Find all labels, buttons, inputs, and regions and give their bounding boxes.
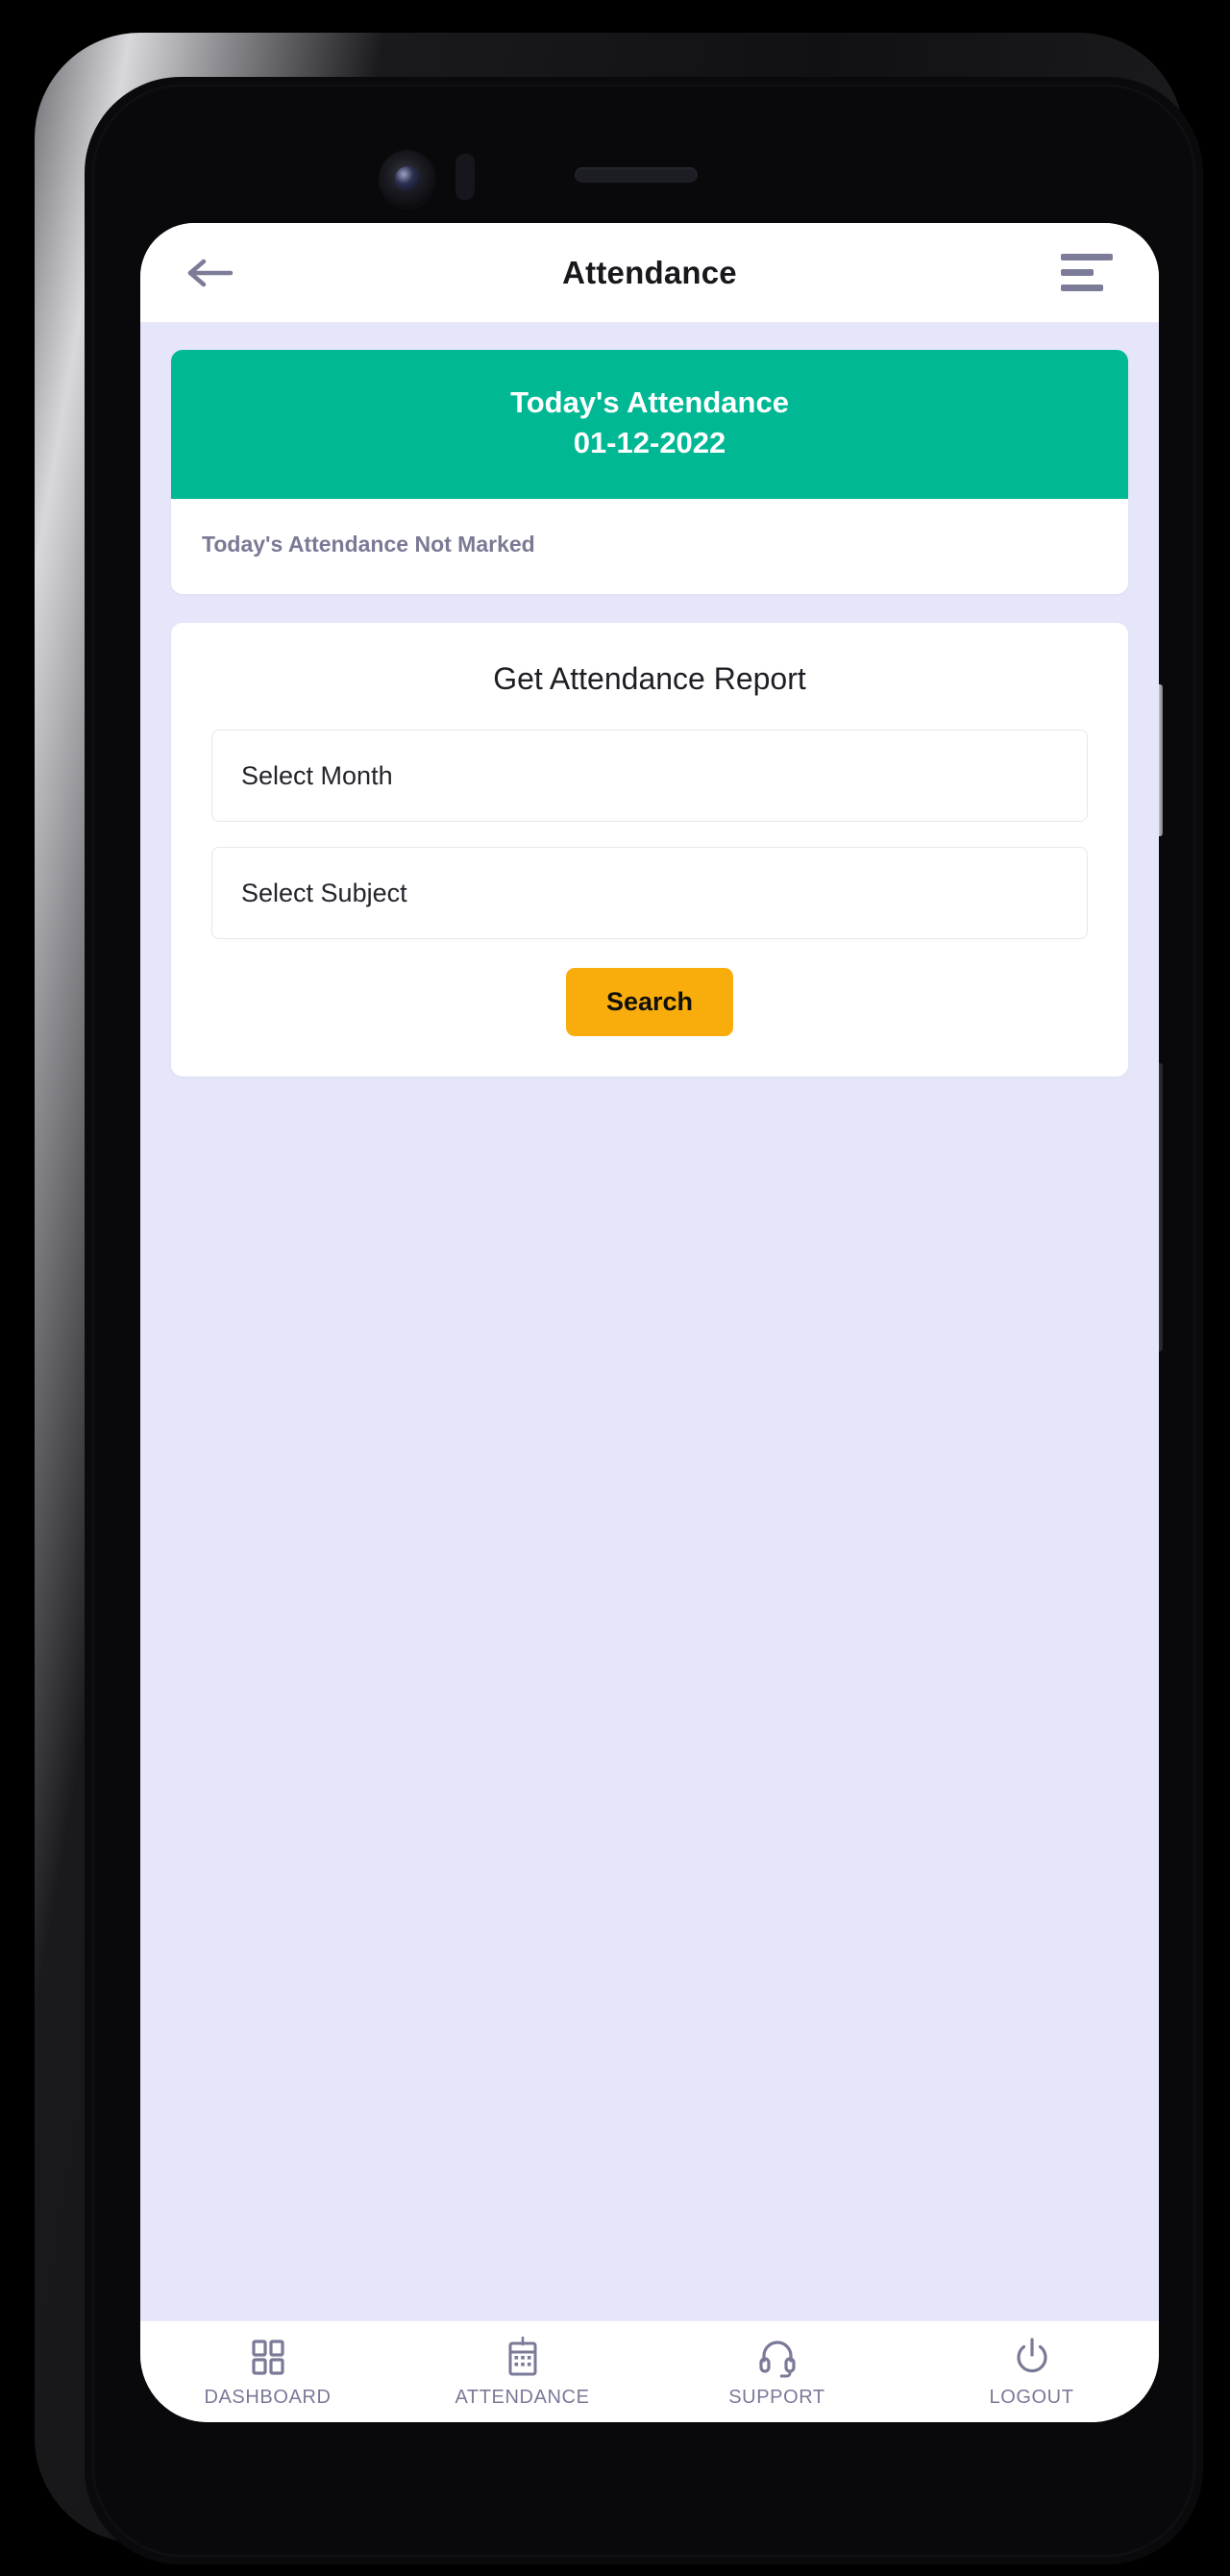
app-bar: Attendance — [140, 223, 1159, 323]
nav-item-logout[interactable]: LOGOUT — [904, 2336, 1159, 2409]
todays-attendance-header: Today's Attendance 01-12-2022 — [171, 350, 1128, 500]
select-month-dropdown[interactable]: Select Month — [211, 730, 1088, 823]
nav-label-logout: LOGOUT — [989, 2386, 1074, 2408]
hamburger-menu-icon[interactable] — [1061, 254, 1113, 292]
attendance-report-card: Get Attendance Report Select Month Selec… — [171, 623, 1128, 1077]
todays-attendance-date: 01-12-2022 — [573, 425, 726, 459]
search-button[interactable]: Search — [565, 968, 734, 1037]
menu-line-2 — [1061, 269, 1094, 276]
power-icon — [1016, 2337, 1047, 2372]
page-title: Attendance — [562, 254, 737, 290]
phone-frame: Attendance Today's Attendance 01-12-2022… — [35, 33, 1203, 2564]
attendance-status-text: Today's Attendance Not Marked — [202, 532, 535, 557]
nav-label-support: SUPPORT — [728, 2386, 825, 2408]
calendar-icon — [508, 2336, 536, 2375]
select-month-value: Select Month — [241, 760, 393, 790]
search-button-row: Search — [211, 968, 1088, 1037]
nav-label-attendance: ATTENDANCE — [455, 2386, 590, 2408]
bottom-navigation: DASHBOARD ATTENDANCE SUPPORT LOGOUT — [140, 2320, 1159, 2422]
app-content: Today's Attendance 01-12-2022 Today's At… — [140, 323, 1159, 2320]
select-subject-value: Select Subject — [241, 878, 407, 907]
nav-label-dashboard: DASHBOARD — [204, 2386, 332, 2408]
back-arrow-icon[interactable] — [186, 254, 236, 292]
earpiece-speaker — [575, 167, 698, 183]
screenshot-stage: Attendance Today's Attendance 01-12-2022… — [0, 0, 1230, 2576]
report-title: Get Attendance Report — [493, 661, 806, 697]
nav-item-dashboard[interactable]: DASHBOARD — [140, 2336, 395, 2409]
todays-attendance-card: Today's Attendance 01-12-2022 Today's At… — [171, 350, 1128, 595]
nav-item-support[interactable]: SUPPORT — [650, 2336, 904, 2409]
phone-screen: Attendance Today's Attendance 01-12-2022… — [140, 223, 1159, 2422]
menu-line-3 — [1061, 285, 1103, 291]
todays-attendance-heading: Today's Attendance — [510, 385, 789, 419]
nav-item-attendance[interactable]: ATTENDANCE — [395, 2336, 650, 2409]
grid-icon — [251, 2339, 284, 2375]
sensor-icon — [455, 154, 475, 200]
select-subject-dropdown[interactable]: Select Subject — [211, 847, 1088, 940]
front-camera-icon — [379, 150, 436, 210]
menu-line-1 — [1061, 254, 1113, 260]
headset-icon — [758, 2340, 796, 2377]
